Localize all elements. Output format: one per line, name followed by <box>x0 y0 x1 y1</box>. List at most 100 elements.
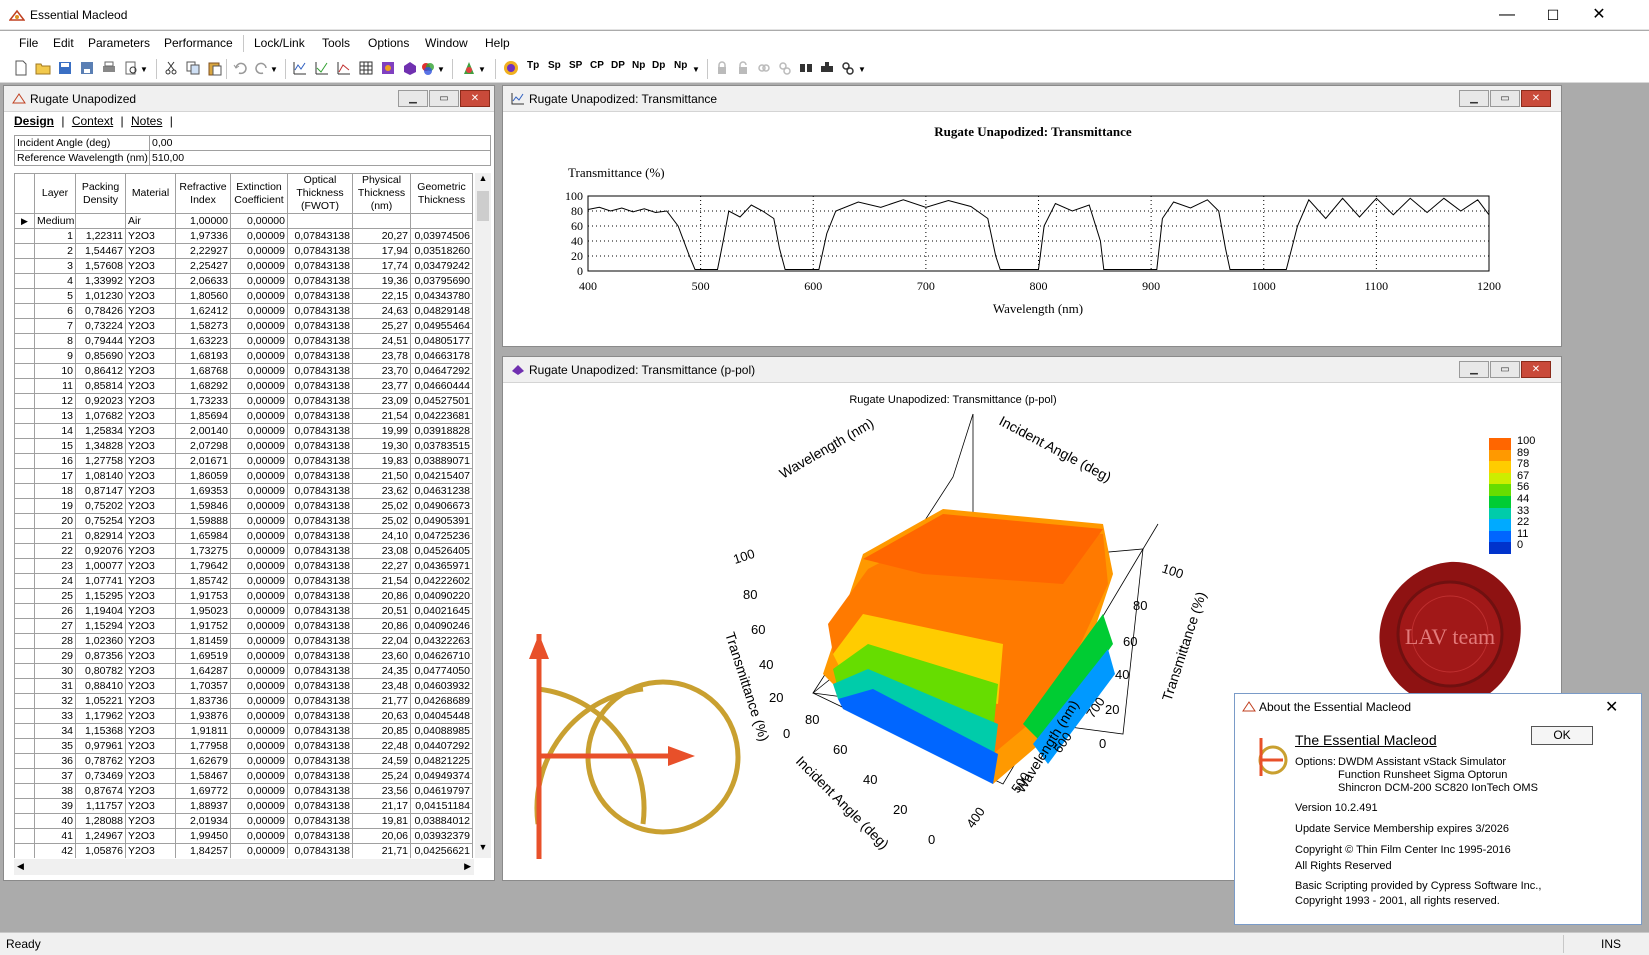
cell-physical-thickness[interactable] <box>352 213 411 229</box>
cell-material[interactable]: Y2O3 <box>125 273 176 289</box>
cell-physical-thickness[interactable]: 21,77 <box>352 693 411 709</box>
cell-optical-thickness[interactable]: 0,07843138 <box>287 723 353 739</box>
cell-packing-density[interactable]: 1,05221 <box>75 693 126 709</box>
cell-geometric-thickness[interactable]: 0,04223681 <box>410 408 473 424</box>
scroll-down-icon[interactable]: ▼ <box>475 842 491 858</box>
ppol-window-titlebar[interactable]: Rugate Unapodized: Transmittance (p-pol)… <box>503 357 1561 383</box>
cut-icon[interactable] <box>163 60 179 76</box>
row-selector[interactable] <box>14 768 35 784</box>
cell-packing-density[interactable]: 1,24967 <box>75 828 126 844</box>
cell-layer[interactable]: 1 <box>34 228 76 244</box>
cell-optical-thickness[interactable]: 0,07843138 <box>287 738 353 754</box>
cell-extinction-coefficient[interactable]: 0,00009 <box>230 513 288 529</box>
cell-optical-thickness[interactable]: 0,07843138 <box>287 483 353 499</box>
cell-refractive-index[interactable]: 1,62679 <box>175 753 231 769</box>
cell-refractive-index[interactable]: 2,06633 <box>175 273 231 289</box>
cell-packing-density[interactable]: 0,85690 <box>75 348 126 364</box>
cell-optical-thickness[interactable]: 0,07843138 <box>287 333 353 349</box>
cell-extinction-coefficient[interactable]: 0,00009 <box>230 318 288 334</box>
menu-performance[interactable]: Performance <box>164 36 233 50</box>
cell-extinction-coefficient[interactable]: 0,00009 <box>230 768 288 784</box>
cell-geometric-thickness[interactable]: 0,04905391 <box>410 513 473 529</box>
cell-packing-density[interactable] <box>75 213 126 229</box>
cell-refractive-index[interactable]: 1,86059 <box>175 468 231 484</box>
cell-physical-thickness[interactable]: 20,85 <box>352 723 411 739</box>
ppol-restore-button[interactable]: ▭ <box>1490 361 1520 378</box>
cell-layer[interactable]: 23 <box>34 558 76 574</box>
cell-layer[interactable]: 20 <box>34 513 76 529</box>
cell-layer[interactable]: 29 <box>34 648 76 664</box>
cell-extinction-coefficient[interactable]: 0,00009 <box>230 828 288 844</box>
table-row[interactable]: 8 0,79444 Y2O3 1,63223 0,00009 0,07843138 24,5… <box>14 333 473 349</box>
row-selector[interactable] <box>14 453 35 469</box>
row-selector[interactable] <box>14 543 35 559</box>
table-row[interactable]: 17 1,08140 Y2O3 1,86059 0,00009 0,07843138 21,… <box>14 468 473 484</box>
cell-material[interactable]: Y2O3 <box>125 393 176 409</box>
row-selector[interactable] <box>14 828 35 844</box>
cell-material[interactable]: Air <box>125 213 176 229</box>
col-refractive-index-header[interactable]: Refractive Index <box>175 173 231 214</box>
cell-optical-thickness[interactable]: 0,07843138 <box>287 513 353 529</box>
disk-icon[interactable] <box>503 60 519 76</box>
cell-layer[interactable]: 37 <box>34 768 76 784</box>
cell-refractive-index[interactable]: 1,95023 <box>175 603 231 619</box>
cell-extinction-coefficient[interactable]: 0,00009 <box>230 498 288 514</box>
cell-physical-thickness[interactable]: 22,15 <box>352 288 411 304</box>
copy-icon[interactable] <box>185 60 201 76</box>
dropdown-arrow-icon[interactable]: ▼ <box>858 65 874 81</box>
cell-refractive-index[interactable]: 1,68768 <box>175 363 231 379</box>
cell-layer[interactable]: 34 <box>34 723 76 739</box>
cell-packing-density[interactable]: 0,88410 <box>75 678 126 694</box>
cell-geometric-thickness[interactable]: 0,04090246 <box>410 618 473 634</box>
row-selector[interactable] <box>14 618 35 634</box>
vscroll-thumb[interactable] <box>477 191 489 221</box>
cell-refractive-index[interactable]: 1,97336 <box>175 228 231 244</box>
cell-extinction-coefficient[interactable]: 0,00009 <box>230 573 288 589</box>
cell-packing-density[interactable]: 0,75254 <box>75 513 126 529</box>
cell-layer[interactable]: 27 <box>34 618 76 634</box>
cell-physical-thickness[interactable]: 23,56 <box>352 783 411 799</box>
tool-sp2-icon[interactable]: SP <box>569 60 585 76</box>
cell-geometric-thickness[interactable]: 0,04407292 <box>410 738 473 754</box>
cell-packing-density[interactable]: 1,05876 <box>75 843 126 858</box>
row-selector[interactable] <box>14 558 35 574</box>
transmittance-minimize-button[interactable]: ▁ <box>1459 90 1489 107</box>
cell-physical-thickness[interactable]: 17,94 <box>352 243 411 259</box>
cell-extinction-coefficient[interactable]: 0,00009 <box>230 753 288 769</box>
cell-geometric-thickness[interactable]: 0,04949374 <box>410 768 473 784</box>
tool-cp-icon[interactable]: CP <box>590 60 606 76</box>
medium-row[interactable]: ▶ Medium Air 1,00000 0,00000 <box>14 213 473 229</box>
cell-material[interactable]: Y2O3 <box>125 348 176 364</box>
cell-packing-density[interactable]: 0,87674 <box>75 783 126 799</box>
about-close-icon[interactable]: ✕ <box>1605 697 1618 717</box>
cell-layer[interactable]: 13 <box>34 408 76 424</box>
cell-physical-thickness[interactable]: 20,51 <box>352 603 411 619</box>
cell-optical-thickness[interactable]: 0,07843138 <box>287 228 353 244</box>
cell-packing-density[interactable]: 0,75202 <box>75 498 126 514</box>
cell-layer[interactable]: 36 <box>34 753 76 769</box>
cell-refractive-index[interactable]: 1,77958 <box>175 738 231 754</box>
link-tool-icon[interactable] <box>798 60 814 76</box>
cell-refractive-index[interactable]: 1,88937 <box>175 798 231 814</box>
cell-material[interactable]: Y2O3 <box>125 498 176 514</box>
cell-physical-thickness[interactable]: 20,86 <box>352 588 411 604</box>
cell-geometric-thickness[interactable]: 0,04527501 <box>410 393 473 409</box>
cell-material[interactable]: Y2O3 <box>125 753 176 769</box>
table-icon[interactable] <box>358 60 374 76</box>
cell-extinction-coefficient[interactable]: 0,00009 <box>230 603 288 619</box>
cell-material[interactable]: Y2O3 <box>125 693 176 709</box>
cell-material[interactable]: Y2O3 <box>125 318 176 334</box>
cell-physical-thickness[interactable]: 20,06 <box>352 828 411 844</box>
cell-material[interactable]: Y2O3 <box>125 738 176 754</box>
cell-geometric-thickness[interactable] <box>410 213 473 229</box>
cell-optical-thickness[interactable]: 0,07843138 <box>287 603 353 619</box>
cell-physical-thickness[interactable]: 24,51 <box>352 333 411 349</box>
cell-refractive-index[interactable]: 1,99450 <box>175 828 231 844</box>
cell-geometric-thickness[interactable]: 0,04268689 <box>410 693 473 709</box>
table-row[interactable]: 41 1,24967 Y2O3 1,99450 0,00009 0,07843138 20,… <box>14 828 473 844</box>
cell-optical-thickness[interactable]: 0,07843138 <box>287 528 353 544</box>
cell-refractive-index[interactable]: 1,85742 <box>175 573 231 589</box>
cell-extinction-coefficient[interactable]: 0,00009 <box>230 363 288 379</box>
cell-layer[interactable]: 40 <box>34 813 76 829</box>
cell-material[interactable]: Y2O3 <box>125 828 176 844</box>
